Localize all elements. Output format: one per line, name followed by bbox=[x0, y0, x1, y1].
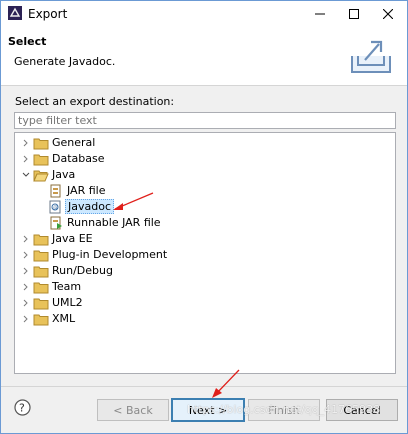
tree-item-label: Team bbox=[52, 280, 82, 293]
jar-icon bbox=[50, 184, 61, 198]
tree-item-label: Runnable JAR file bbox=[67, 216, 161, 229]
svg-text:?: ? bbox=[19, 402, 25, 415]
chevron-down-icon[interactable] bbox=[21, 169, 31, 181]
runnable-jar-icon bbox=[50, 216, 62, 230]
folder-icon bbox=[33, 138, 49, 150]
folder-open-icon bbox=[33, 170, 49, 182]
javadoc-icon: @ bbox=[49, 200, 61, 214]
tree-item-label: Run/Debug bbox=[52, 264, 113, 277]
window-title: Export bbox=[28, 7, 68, 21]
tree-item-label: JAR file bbox=[67, 184, 106, 197]
tree-item-database[interactable]: Database bbox=[15, 151, 393, 167]
wizard-body: Select an export destination: General Da… bbox=[1, 86, 407, 384]
chevron-right-icon[interactable] bbox=[21, 297, 31, 309]
folder-icon bbox=[33, 298, 49, 310]
filter-input[interactable] bbox=[15, 113, 391, 128]
tree-item-team[interactable]: Team bbox=[15, 279, 393, 295]
tree-item-uml2[interactable]: UML2 bbox=[15, 295, 393, 311]
chevron-right-icon[interactable] bbox=[21, 137, 31, 149]
title-bar: Export bbox=[1, 1, 407, 27]
folder-icon bbox=[33, 234, 49, 246]
maximize-icon bbox=[349, 9, 359, 19]
page-description: Generate Javadoc. bbox=[14, 55, 116, 68]
tree-item-plugin-development[interactable]: Plug-in Development bbox=[15, 247, 393, 263]
tree-item-java-ee[interactable]: Java EE bbox=[15, 231, 393, 247]
destination-label: Select an export destination: bbox=[15, 95, 175, 108]
chevron-right-icon[interactable] bbox=[21, 249, 31, 261]
tree-item-label: General bbox=[52, 136, 96, 149]
cancel-button[interactable]: Cancel bbox=[326, 399, 398, 421]
folder-icon bbox=[33, 282, 49, 294]
page-title: Select bbox=[8, 35, 47, 48]
wizard-header: Select Generate Javadoc. bbox=[1, 27, 407, 86]
svg-text:@: @ bbox=[53, 205, 58, 211]
tree-item-label: UML2 bbox=[52, 296, 83, 309]
finish-button[interactable]: Finish bbox=[248, 399, 320, 421]
close-button[interactable] bbox=[371, 1, 405, 27]
tree-item-java[interactable]: Java bbox=[15, 167, 393, 183]
tree-item-jar-file[interactable]: JAR file bbox=[15, 183, 393, 199]
close-icon bbox=[383, 9, 393, 19]
chevron-right-icon[interactable] bbox=[21, 153, 31, 165]
folder-icon bbox=[33, 250, 49, 262]
tree-item-label: XML bbox=[52, 312, 76, 325]
maximize-button[interactable] bbox=[337, 1, 371, 27]
folder-icon bbox=[33, 154, 49, 166]
minimize-button[interactable] bbox=[303, 1, 337, 27]
tree-item-general[interactable]: General bbox=[15, 135, 393, 151]
tree-item-label: Java bbox=[52, 168, 76, 181]
next-button[interactable]: Next > bbox=[171, 398, 245, 422]
destination-tree: General Database Java JAR file @ Javadoc… bbox=[14, 132, 396, 374]
back-button[interactable]: < Back bbox=[97, 399, 169, 421]
minimize-icon bbox=[315, 13, 325, 15]
chevron-right-icon[interactable] bbox=[21, 265, 31, 277]
chevron-right-icon[interactable] bbox=[21, 233, 31, 245]
tree-item-label: Java EE bbox=[52, 232, 93, 245]
folder-icon bbox=[33, 266, 49, 278]
help-icon[interactable]: ? bbox=[14, 399, 31, 416]
tree-item-runnable-jar[interactable]: Runnable JAR file bbox=[15, 215, 393, 231]
folder-icon bbox=[33, 314, 49, 326]
eclipse-app-icon bbox=[8, 6, 22, 20]
chevron-right-icon[interactable] bbox=[21, 281, 31, 293]
tree-item-label: Plug-in Development bbox=[52, 248, 168, 261]
export-dialog: Export Select Generate Javadoc. Select a… bbox=[0, 0, 408, 434]
filter-field-frame bbox=[14, 112, 396, 129]
button-bar-separator bbox=[1, 386, 407, 387]
tree-item-run-debug[interactable]: Run/Debug bbox=[15, 263, 393, 279]
tree-item-javadoc[interactable]: @ Javadoc bbox=[15, 199, 393, 215]
tree-item-label: Javadoc bbox=[65, 199, 114, 214]
chevron-right-icon[interactable] bbox=[21, 313, 31, 325]
tree-item-xml[interactable]: XML bbox=[15, 311, 393, 327]
tree-item-label: Database bbox=[52, 152, 105, 165]
export-banner-icon bbox=[351, 40, 391, 73]
